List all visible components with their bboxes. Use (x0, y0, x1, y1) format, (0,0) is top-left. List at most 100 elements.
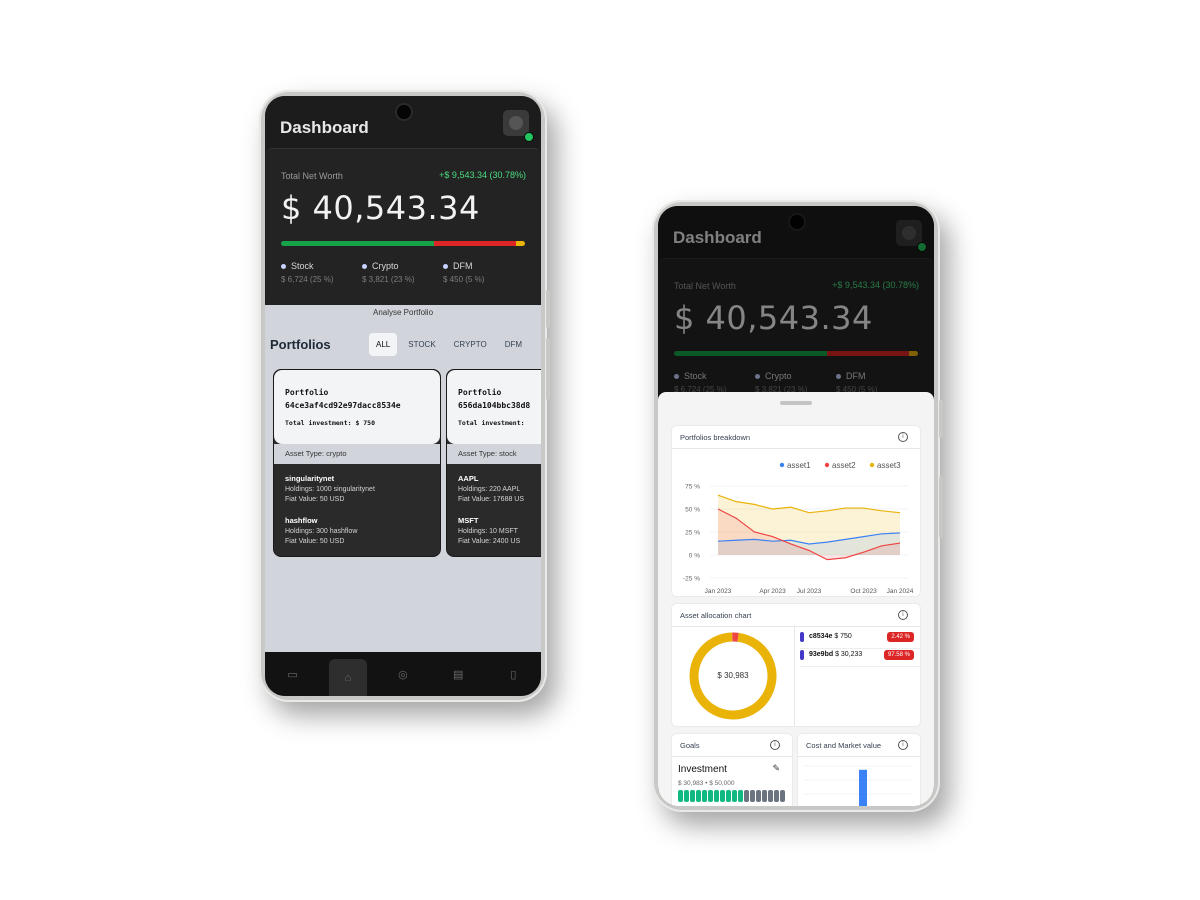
legend-crypto: Crypto $ 3,821 (23 %) (362, 261, 443, 284)
tab-dfm[interactable]: DFM (498, 333, 529, 356)
analyse-portfolio-link[interactable]: Analyse Portfolio (265, 305, 541, 325)
legend-value: $ 3,821 (23 %) (362, 275, 415, 284)
x-tick-label: Jan 2024 (887, 588, 914, 595)
front-camera (395, 103, 413, 121)
edit-icon[interactable]: ✎ (772, 763, 780, 774)
net-worth-amount: $ 40,543.34 (281, 189, 480, 227)
portfolio-label: Portfolio (458, 388, 502, 397)
legend-name: Stock (291, 261, 314, 271)
portfolio-card[interactable]: Portfolio 64ce3af4cd92e97dacc8534e Total … (273, 369, 441, 557)
panel-title: Cost and Market value (806, 741, 882, 750)
holding-amount: Holdings: 1000 singularitynet (285, 485, 375, 493)
net-worth-change: +$ 9,543.34 (30.78%) (439, 170, 526, 180)
goal-progress-segment (762, 790, 767, 802)
goal-progress-segment (696, 790, 701, 802)
allocation-row[interactable]: c8534e $ 750 2.42 % (800, 630, 920, 649)
holding-name: hashflow (285, 516, 318, 525)
allocation-percent-badge: 2.42 % (887, 632, 914, 642)
holding-item: singularitynet Holdings: 1000 singularit… (285, 474, 375, 506)
portfolios-breakdown-chart: asset1 asset2 asset3 75 % 50 % 25 % 0 % -25 % Ja… (683, 461, 914, 595)
legend-marker (779, 462, 785, 468)
goal-progress-text: $ 30,983 • $ 50,000 (678, 780, 735, 787)
asset-allocation-panel: Asset allocation chart i $ 30,983 c8534e… (672, 604, 920, 726)
portfolio-name: Portfolio 656da104bbc38d8 (458, 386, 530, 412)
goal-progress-segment (702, 790, 707, 802)
goal-progress-segment (684, 790, 689, 802)
volume-button (546, 290, 550, 328)
phone-right: Dashboard Total Net Worth +$ 9,543.34 (3… (652, 200, 943, 812)
tab-crypto[interactable]: CRYPTO (447, 333, 494, 356)
legend-label: asset3 (877, 461, 901, 470)
portfolios-section: Portfolios ALL STOCK CRYPTO DFM Portfoli… (265, 325, 541, 652)
x-tick-label: Apr 2023 (759, 588, 786, 595)
legend-value: $ 450 (5 %) (443, 275, 485, 284)
allocation-row[interactable]: 93e9bd $ 30,233 97.58 % (800, 648, 920, 667)
net-worth-label: Total Net Worth (281, 171, 343, 181)
page-title: Dashboard (280, 118, 369, 137)
online-status-dot (524, 132, 534, 142)
info-icon[interactable]: i (898, 740, 908, 750)
sheet-drag-handle[interactable] (780, 401, 812, 405)
holding-fiat: Fiat Value: 50 USD (285, 538, 345, 545)
portfolios-breakdown-panel: Portfolios breakdown i asset1 asset2 asset… (672, 426, 920, 596)
holding-item: hashflow Holdings: 300 hashflow Fiat Val… (285, 516, 357, 548)
portfolio-investment: Total investment: $ 750 (285, 419, 376, 427)
portfolio-label: Portfolio (285, 388, 329, 397)
goal-progress-segment (708, 790, 713, 802)
portfolio-id: 64ce3af4cd92e97dacc8534e (285, 401, 401, 410)
y-tick-label: 25 % (685, 530, 700, 537)
portfolio-card-header: Portfolio 64ce3af4cd92e97dacc8534e Total … (274, 370, 440, 444)
info-icon[interactable]: i (898, 610, 908, 620)
info-icon[interactable]: i (898, 432, 908, 442)
x-tick-label: Jul 2023 (797, 588, 822, 595)
screen: Dashboard Total Net Worth +$ 9,543.34 (3… (658, 206, 934, 806)
goal-progress-segment (738, 790, 743, 802)
holding-name: singularitynet (285, 474, 335, 483)
allocation-value: $ 30,233 (835, 651, 863, 658)
bullet-icon (281, 263, 286, 269)
tab-all[interactable]: ALL (369, 333, 398, 356)
portfolio-asset-type: Asset Type: crypto (274, 444, 440, 464)
panel-header: Portfolios breakdown i (672, 426, 920, 449)
target-icon[interactable]: ◎ (384, 657, 422, 691)
portfolio-id: 656da104bbc38d8 (458, 401, 531, 410)
wallet-icon[interactable]: ▤ (439, 657, 477, 691)
holding-amount: Holdings: 10 MSFT (458, 527, 518, 535)
goal-progress-segment (774, 790, 779, 802)
goals-panel: Goals i Investment ✎ $ 30,983 • $ 50,000 (672, 734, 792, 806)
y-tick-label: 0 % (689, 553, 700, 560)
goal-progress-bar (678, 790, 785, 802)
y-tick-label: 75 % (685, 484, 700, 491)
legend-name: DFM (453, 261, 473, 271)
allocation-id: c8534e (809, 633, 833, 640)
color-swatch (800, 650, 804, 660)
holding-amount: Holdings: 300 hashflow (285, 527, 358, 535)
allocation-legend: Stock $ 6,724 (25 %) Crypto $ 3,821 (23 … (281, 261, 525, 284)
portfolio-asset-type: Asset Type: stock (447, 444, 541, 464)
card-icon[interactable]: ▭ (274, 657, 312, 691)
chart-legend: asset1 asset2 asset3 (779, 461, 901, 470)
allocation-value: $ 750 (834, 633, 852, 640)
info-icon[interactable]: i (770, 740, 780, 750)
panel-title: Asset allocation chart (680, 611, 752, 620)
holding-fiat: Fiat Value: 2400 US (458, 538, 521, 545)
goal-name: Investment (678, 764, 727, 775)
tab-stock[interactable]: STOCK (401, 333, 442, 356)
goal-progress-segment (768, 790, 773, 802)
portfolio-card-header: Portfolio 656da104bbc38d8 Total investmen… (447, 370, 541, 444)
home-icon[interactable]: ⌂ (328, 659, 367, 696)
y-tick-label: 50 % (685, 507, 700, 514)
cost-market-panel: Cost and Market value i (798, 734, 920, 806)
portfolio-investment: Total investment: (458, 419, 525, 427)
legend-dfm: DFM $ 450 (5 %) (443, 261, 524, 284)
goal-progress-segment (744, 790, 749, 802)
allocation-bar-dfm (516, 241, 525, 246)
analysis-bottom-sheet: Portfolios breakdown i asset1 asset2 asset… (658, 392, 934, 806)
holding-fiat: Fiat Value: 50 USD (285, 496, 345, 503)
portfolio-name: Portfolio 64ce3af4cd92e97dacc8534e (285, 386, 401, 412)
goal-progress-segment (732, 790, 737, 802)
portfolio-card[interactable]: Portfolio 656da104bbc38d8 Total investmen… (446, 369, 541, 557)
document-icon[interactable]: ▯ (494, 657, 532, 691)
screen: Dashboard Total Net Worth +$ 9,543.34 (3… (265, 96, 541, 696)
legend-label: asset2 (832, 461, 856, 470)
